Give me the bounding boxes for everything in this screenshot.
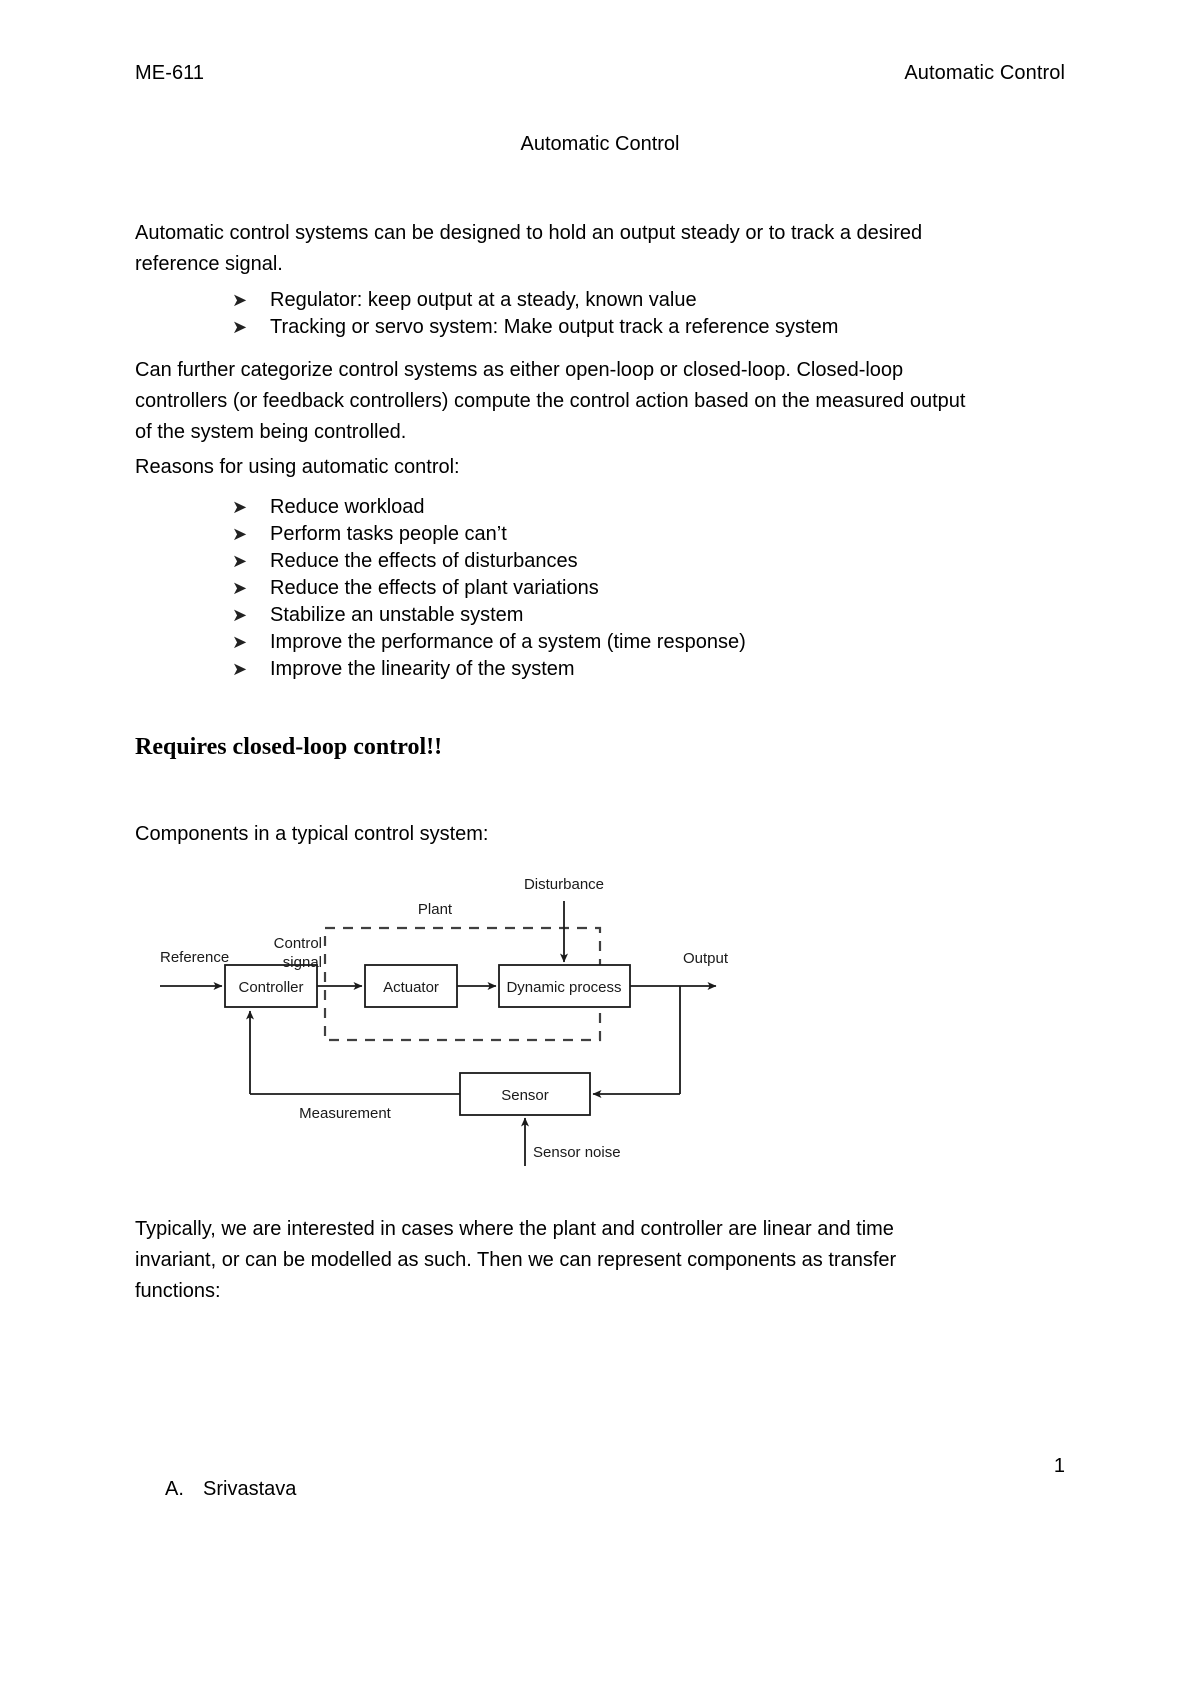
reasons-list: ➤ Reduce workload ➤ Perform tasks people…: [232, 494, 746, 683]
sensor-block-label: Sensor: [501, 1087, 549, 1104]
list-item-label: Perform tasks people can’t: [270, 523, 507, 545]
header-course-code: ME-611: [135, 62, 205, 84]
list-item: ➤ Stabilize an unstable system: [232, 602, 746, 629]
list-item: ➤ Perform tasks people can’t: [232, 521, 746, 548]
list-item-label: Reduce workload: [270, 496, 425, 518]
control-signal-label-line1: Control: [274, 935, 322, 952]
list-item: ➤ Regulator: keep output at a steady, kn…: [232, 287, 838, 314]
intro-paragraph: Automatic control systems can be designe…: [135, 222, 923, 275]
document-page: ME-611 Automatic Control Automatic Contr…: [0, 0, 1200, 1697]
measurement-label: Measurement: [299, 1105, 392, 1122]
list-item: ➤ Improve the linearity of the system: [232, 656, 746, 683]
list-item-label: Reduce the effects of disturbances: [270, 550, 578, 572]
list-item-label: Stabilize an unstable system: [270, 604, 524, 626]
page-title: Automatic Control: [520, 133, 680, 155]
footer-author: A. Srivastava: [165, 1478, 296, 1501]
reasons-heading: Reasons for using automatic control:: [135, 456, 460, 478]
controller-block-label: Controller: [238, 979, 303, 996]
list-item: ➤ Tracking or servo system: Make output …: [232, 314, 838, 341]
plant-label: Plant: [418, 901, 453, 918]
list-item-label: Improve the performance of a system (tim…: [270, 631, 746, 653]
arrow-bullet-icon: ➤: [232, 605, 248, 626]
control-system-block-diagram: Controller Actuator Dynamic process Sens…: [150, 866, 910, 1186]
arrow-bullet-icon: ➤: [232, 317, 248, 338]
header-course-name: Automatic Control: [904, 62, 1065, 84]
sensor-noise-label: Sensor noise: [533, 1144, 621, 1161]
page-number: 1: [1053, 1455, 1065, 1477]
list-item-label: Regulator: keep output at a steady, know…: [270, 289, 697, 311]
footer-author-marker: A.: [165, 1478, 184, 1500]
categorize-paragraph: Can further categorize control systems a…: [135, 359, 966, 443]
section-heading: Requires closed-loop control!!: [135, 734, 443, 760]
list-item-label: Improve the linearity of the system: [270, 658, 575, 680]
dynamic-process-block-label: Dynamic process: [506, 979, 621, 996]
list-item: ➤ Reduce the effects of plant variations: [232, 575, 746, 602]
output-label: Output: [683, 950, 729, 967]
actuator-block-label: Actuator: [383, 979, 439, 996]
control-signal-label-line2: signal: [283, 954, 322, 971]
arrow-bullet-icon: ➤: [232, 659, 248, 680]
list-item: ➤ Improve the performance of a system (t…: [232, 629, 746, 656]
arrow-bullet-icon: ➤: [232, 290, 248, 311]
components-heading: Components in a typical control system:: [135, 823, 489, 845]
footer-author-name: Srivastava: [203, 1478, 297, 1500]
arrow-bullet-icon: ➤: [232, 524, 248, 545]
list-item: ➤ Reduce the effects of disturbances: [232, 548, 746, 575]
reference-label: Reference: [160, 949, 229, 966]
list-item-label: Tracking or servo system: Make output tr…: [270, 316, 839, 338]
list-item: ➤ Reduce workload: [232, 494, 746, 521]
arrow-bullet-icon: ➤: [232, 497, 248, 518]
control-modes-list: ➤ Regulator: keep output at a steady, kn…: [232, 287, 838, 341]
disturbance-label: Disturbance: [524, 876, 604, 893]
list-item-label: Reduce the effects of plant variations: [270, 577, 599, 599]
arrow-bullet-icon: ➤: [232, 551, 248, 572]
typically-paragraph: Typically, we are interested in cases wh…: [135, 1218, 897, 1302]
arrow-bullet-icon: ➤: [232, 632, 248, 653]
arrow-bullet-icon: ➤: [232, 578, 248, 599]
